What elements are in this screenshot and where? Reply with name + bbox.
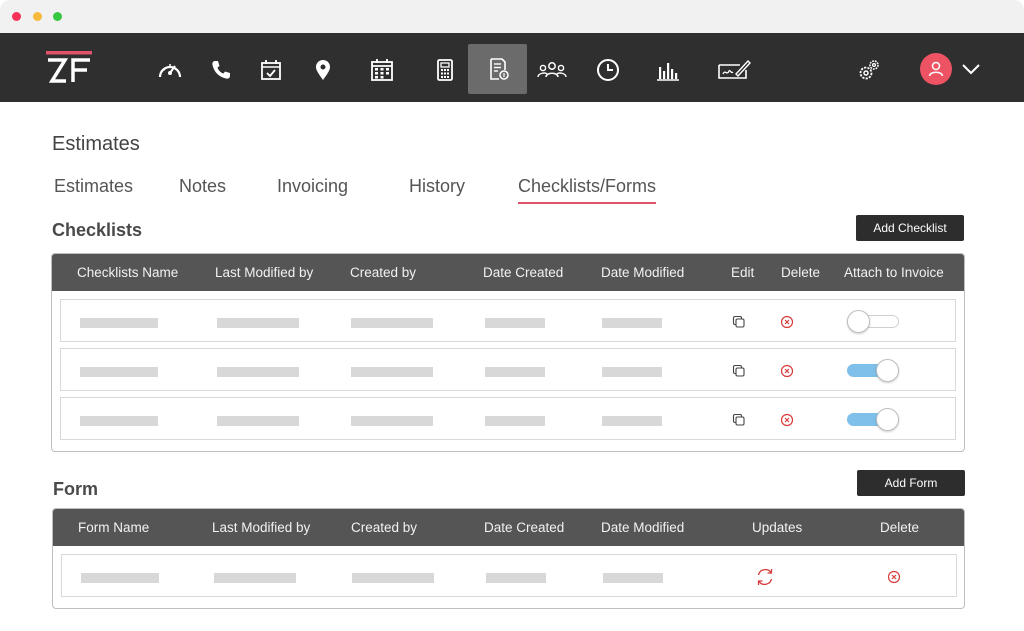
signature-icon[interactable] [706, 45, 762, 95]
column-header-form-name[interactable]: Form Name [78, 520, 149, 535]
table-row[interactable] [60, 299, 956, 342]
placeholder-date-modified [602, 318, 662, 328]
checklists-table: Checklists Name Last Modified by Created… [51, 253, 965, 452]
placeholder-date-modified [602, 416, 662, 426]
column-header-delete: Delete [880, 520, 920, 535]
minimize-window-button[interactable] [33, 12, 42, 21]
attach-to-invoice-toggle[interactable] [847, 408, 901, 431]
zf-logo[interactable] [46, 51, 92, 85]
attach-to-invoice-toggle[interactable] [847, 310, 901, 333]
column-header-date-created[interactable]: Date Created [483, 265, 563, 280]
maximize-window-button[interactable] [53, 12, 62, 21]
clock-icon[interactable] [582, 45, 634, 95]
edit-copy-icon[interactable] [732, 413, 746, 427]
location-pin-icon[interactable] [297, 45, 349, 95]
phone-icon[interactable] [195, 45, 247, 95]
placeholder-last-modified-by [217, 416, 299, 426]
placeholder-date-created [486, 573, 546, 583]
placeholder-created-by [352, 573, 434, 583]
delete-icon[interactable] [780, 413, 794, 427]
placeholder-date-modified [603, 573, 663, 583]
column-header-created-by[interactable]: Created by [351, 520, 417, 535]
calendar-check-icon[interactable] [245, 45, 297, 95]
column-header-edit: Edit [731, 265, 755, 280]
estimates-document-icon[interactable] [468, 44, 527, 94]
delete-icon[interactable] [780, 364, 794, 378]
delete-icon[interactable] [887, 570, 901, 584]
delete-icon[interactable] [780, 315, 794, 329]
column-header-delete: Delete [781, 265, 821, 280]
placeholder-created-by [351, 367, 433, 377]
team-icon[interactable] [526, 45, 578, 95]
placeholder-date-modified [602, 367, 662, 377]
tab-checklists-forms[interactable]: Checklists/Forms [518, 176, 657, 204]
page-title: Estimates [52, 133, 140, 155]
placeholder-last-modified-by [217, 318, 299, 328]
placeholder-last-modified-by [217, 367, 299, 377]
add-form-button[interactable]: Add Form [857, 470, 965, 496]
user-avatar[interactable] [920, 53, 952, 85]
table-row[interactable] [61, 554, 957, 597]
placeholder-last-modified-by [214, 573, 296, 583]
checklists-section-title: Checklists [52, 220, 143, 240]
column-header-last-modified-by[interactable]: Last Modified by [215, 265, 313, 280]
settings-gears-icon[interactable] [843, 45, 895, 95]
column-header-attach-to-invoice: Attach to Invoice [844, 265, 944, 280]
tab-notes[interactable]: Notes [179, 176, 226, 197]
close-window-button[interactable] [12, 12, 21, 21]
placeholder-date-created [485, 318, 545, 328]
placeholder-created-by [351, 318, 433, 328]
placeholder-checklist-name [80, 367, 158, 377]
top-navbar [0, 33, 1024, 102]
column-header-last-modified-by[interactable]: Last Modified by [212, 520, 310, 535]
table-row[interactable] [60, 348, 956, 391]
form-section-title: Form [53, 479, 98, 499]
calendar-grid-icon[interactable] [356, 45, 408, 95]
placeholder-checklist-name [80, 416, 158, 426]
placeholder-form-name [81, 573, 159, 583]
refresh-update-icon[interactable] [754, 566, 776, 588]
forms-table-header: Form Name Last Modified by Created by Da… [53, 509, 964, 546]
column-header-checklists-name[interactable]: Checklists Name [77, 265, 178, 280]
attach-to-invoice-toggle[interactable] [847, 359, 901, 382]
app-window: Estimates Estimates Notes Invoicing Hist… [0, 0, 1024, 631]
placeholder-date-created [485, 416, 545, 426]
bar-chart-icon[interactable] [641, 45, 693, 95]
placeholder-date-created [485, 367, 545, 377]
placeholder-checklist-name [80, 318, 158, 328]
column-header-date-created[interactable]: Date Created [484, 520, 564, 535]
user-icon [928, 61, 944, 77]
tab-bar: Estimates Notes Invoicing History Checkl… [0, 176, 1024, 210]
chevron-down-icon[interactable] [960, 59, 982, 79]
title-bar [0, 0, 1024, 33]
table-row[interactable] [60, 397, 956, 440]
column-header-updates: Updates [752, 520, 803, 535]
edit-copy-icon[interactable] [732, 315, 746, 329]
add-checklist-button[interactable]: Add Checklist [856, 215, 964, 241]
forms-table: Form Name Last Modified by Created by Da… [52, 508, 965, 609]
column-header-date-modified[interactable]: Date Modified [601, 520, 684, 535]
tab-invoicing[interactable]: Invoicing [277, 176, 348, 197]
placeholder-created-by [351, 416, 433, 426]
tab-estimates[interactable]: Estimates [54, 176, 133, 197]
dashboard-gauge-icon[interactable] [144, 45, 196, 95]
column-header-created-by[interactable]: Created by [350, 265, 416, 280]
edit-copy-icon[interactable] [732, 364, 746, 378]
checklists-table-header: Checklists Name Last Modified by Created… [52, 254, 964, 291]
column-header-date-modified[interactable]: Date Modified [601, 265, 684, 280]
tab-history[interactable]: History [409, 176, 465, 197]
calculator-icon[interactable] [419, 45, 471, 95]
